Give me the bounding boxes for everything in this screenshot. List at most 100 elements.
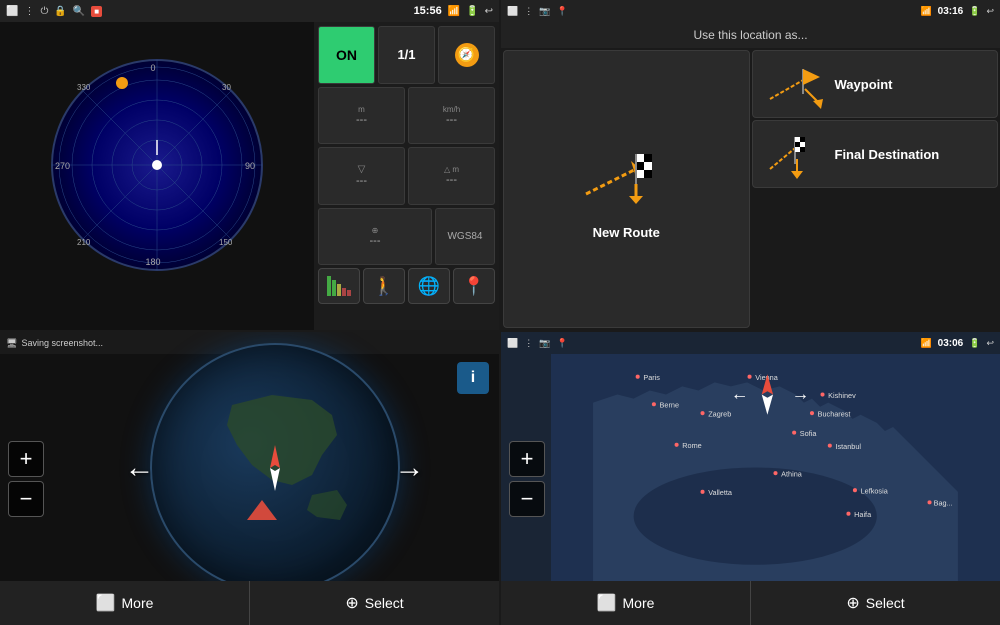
svg-text:Lefkosia: Lefkosia — [861, 486, 889, 495]
back-icon-2[interactable]: ↩ — [986, 6, 994, 17]
svg-text:Paris: Paris — [643, 373, 660, 382]
waypoint-icon — [765, 59, 825, 109]
svg-text:90: 90 — [245, 161, 255, 171]
select-btn-4[interactable]: ⊕ Select — [751, 581, 1000, 625]
signal-icon: 📶 — [920, 6, 931, 17]
gps-bottom-buttons: 🚶 🌐 📍 — [318, 268, 495, 326]
time-display-2: 03:16 — [938, 6, 964, 17]
waypoint-label: Waypoint — [835, 77, 893, 92]
svg-text:Athina: Athina — [781, 469, 803, 478]
select-label-4: Select — [866, 595, 905, 611]
new-route-label: New Route — [593, 225, 660, 240]
svg-text:Rome: Rome — [682, 441, 701, 450]
select-icon-4: ⊕ — [846, 593, 859, 613]
select-icon-3: ⊕ — [345, 593, 358, 613]
pin-icon-2: 📍 — [556, 6, 567, 17]
more-label-3: More — [122, 595, 154, 611]
menu-icon-2: ⋮ — [524, 6, 533, 17]
battery-icon-4: 🔋 — [969, 338, 980, 349]
gps-info-panel: ON 1/1 🧭 m --- km/h --- ▽ --- — [314, 0, 499, 330]
svg-text:Haifa: Haifa — [854, 510, 872, 519]
pin-icon-4: 📍 — [556, 338, 567, 349]
gps-row-1: ON 1/1 🧭 — [318, 26, 495, 84]
final-dest-option[interactable]: Final Destination — [752, 120, 999, 188]
person-btn[interactable]: 🚶 — [363, 268, 405, 304]
continent-svg — [152, 345, 400, 593]
zoom-out-btn[interactable]: − — [8, 481, 44, 517]
select-btn-3[interactable]: ⊕ Select — [250, 581, 499, 625]
globe-container: ← → — [50, 354, 499, 581]
svg-text:Bucharest: Bucharest — [818, 409, 851, 418]
new-route-icon — [576, 139, 676, 219]
gps-alt-cell: △ m --- — [408, 147, 495, 205]
final-dest-icon — [765, 129, 825, 179]
more-icon-4: ⬜ — [597, 593, 617, 613]
globe-sphere — [150, 343, 400, 593]
zoom-out-btn-4[interactable]: − — [509, 481, 545, 517]
svg-text:Istanbul: Istanbul — [835, 442, 861, 451]
home-icon-4: ⬜ — [507, 338, 518, 349]
gps-compass-btn[interactable]: 🧭 — [438, 26, 495, 84]
camera-icon-4: 📷 — [539, 338, 550, 349]
select-label-3: Select — [365, 595, 404, 611]
zoom-in-btn[interactable]: + — [8, 441, 44, 477]
svg-text:30: 30 — [222, 83, 231, 92]
waypoint-option[interactable]: Waypoint — [752, 50, 999, 118]
europe-map: Paris Berne Zagreb Rome Valletta Vienna … — [551, 354, 1000, 581]
zoom-in-btn-4[interactable]: + — [509, 441, 545, 477]
svg-text:180: 180 — [145, 257, 160, 267]
new-route-option[interactable]: New Route — [503, 50, 750, 328]
pin-btn[interactable]: 📍 — [453, 268, 495, 304]
more-btn-4[interactable]: ⬜ More — [501, 581, 751, 625]
svg-text:Kishinev: Kishinev — [828, 391, 856, 400]
signal-icon-4: 📶 — [920, 338, 931, 349]
globe-btn[interactable]: 🌐 — [408, 268, 450, 304]
panel-globe: 🖥 Saving screenshot... + − i ← — [0, 332, 499, 625]
screen-icon: 🖥 — [6, 338, 17, 349]
battery-icon-2: 🔋 — [969, 6, 980, 17]
zoom-controls: + − — [8, 441, 44, 517]
svg-text:Zagreb: Zagreb — [708, 409, 731, 418]
panel-location: ⬜ ⋮ 📷 📍 📶 03:16 🔋 ↩ Use this location as… — [501, 0, 1000, 330]
status-bar-4: ⬜ ⋮ 📷 📍 📶 03:06 🔋 ↩ — [501, 332, 1000, 354]
gps-row-2: m --- km/h --- — [318, 87, 495, 145]
bars-btn[interactable] — [318, 268, 360, 304]
svg-text:Berne: Berne — [660, 401, 679, 410]
gps-count-cell: 1/1 — [378, 26, 435, 84]
svg-text:210: 210 — [77, 238, 91, 247]
gps-wgs-cell: WGS84 — [435, 208, 495, 266]
gps-on-cell: ON — [318, 26, 375, 84]
final-dest-label: Final Destination — [835, 147, 940, 162]
zoom-controls-4: + − — [509, 441, 545, 517]
battery-icon: 🔋 — [466, 6, 478, 17]
gps-row-4: ⊕ --- WGS84 — [318, 208, 495, 266]
panel-compass: ⬜ ⋮ ⏻ 🔒 🔍 ■ 15:56 📶 🔋 ↩ — [0, 0, 499, 330]
more-label-4: More — [623, 595, 655, 611]
more-btn-3[interactable]: ⬜ More — [0, 581, 250, 625]
bottom-toolbar-4: ⬜ More ⊕ Select — [501, 581, 1000, 625]
compass-icon: 🧭 — [455, 43, 479, 67]
location-title: Use this location as... — [501, 22, 1000, 48]
svg-text:150: 150 — [219, 238, 233, 247]
home-icon-2: ⬜ — [507, 6, 518, 17]
svg-text:→: → — [792, 383, 810, 403]
menu-icon-4: ⋮ — [524, 338, 533, 349]
camera-icon: 📷 — [539, 6, 550, 17]
gps-kmh-cell: km/h --- — [408, 87, 495, 145]
time-display: 15:56 — [414, 5, 442, 17]
panel-europe: ⬜ ⋮ 📷 📍 📶 03:06 🔋 ↩ + − i Paris — [501, 332, 1000, 625]
gps-row-3: ▽ --- △ m --- — [318, 147, 495, 205]
compass-area: 0 180 270 90 30 150 210 330 — [0, 0, 314, 330]
svg-text:270: 270 — [55, 161, 70, 171]
location-options: New Route Waypoint — [501, 48, 1000, 330]
back-icon[interactable]: ↩ — [485, 6, 493, 17]
wifi-icon: 📶 — [448, 6, 460, 17]
gps-signal-cell: ▽ --- — [318, 147, 405, 205]
svg-text:0: 0 — [150, 63, 155, 73]
svg-text:Sofia: Sofia — [800, 429, 818, 438]
svg-text:Valletta: Valletta — [708, 488, 733, 497]
back-icon-4[interactable]: ↩ — [986, 338, 994, 349]
bottom-toolbar-3: ⬜ More ⊕ Select — [0, 581, 499, 625]
svg-text:330: 330 — [77, 83, 91, 92]
svg-text:Bag...: Bag... — [934, 499, 953, 508]
